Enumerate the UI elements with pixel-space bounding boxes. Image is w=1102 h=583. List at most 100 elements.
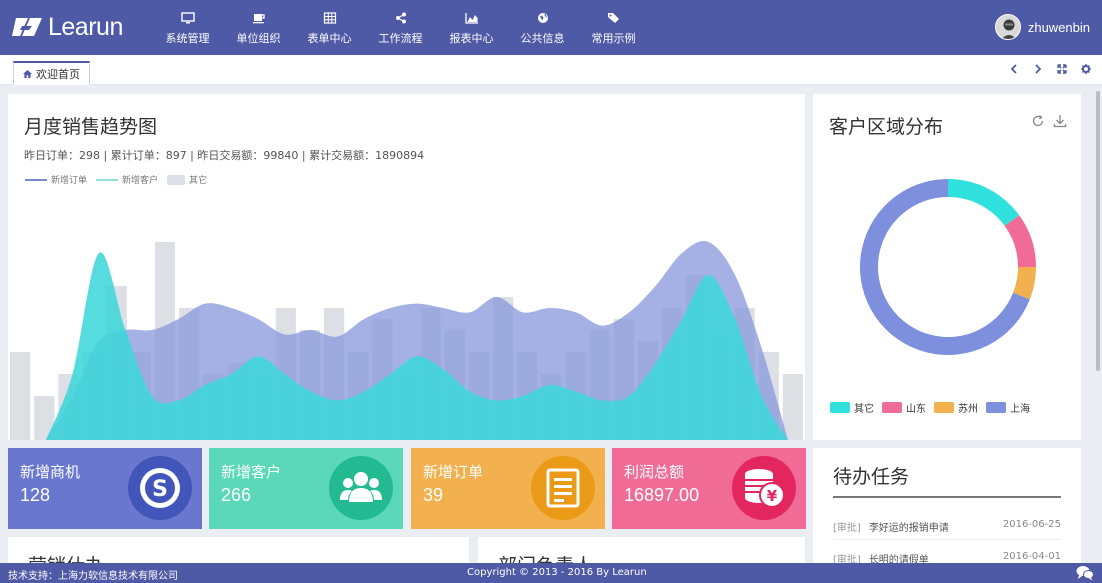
todo-item[interactable]: [审批] 李好运的报销申请 2016-06-25 (833, 519, 1061, 534)
panel-title: 客户区域分布 (829, 116, 944, 138)
legend-item-customers[interactable]: 新增客户 (96, 173, 158, 186)
nav-label: 常用示例 (591, 32, 636, 45)
download-icon[interactable] (1053, 114, 1067, 128)
nav-item-reports[interactable]: 报表中心 (436, 0, 507, 55)
yen-coins-icon: ¥ (732, 456, 796, 520)
scrollbar-thumb[interactable] (1096, 91, 1100, 371)
chevron-right-icon[interactable] (1032, 63, 1044, 75)
chart-legend: 新增订单 新增客户 其它 (25, 173, 216, 186)
nav-item-public-info[interactable]: 公共信息 (507, 0, 578, 55)
monitor-icon (180, 12, 195, 24)
stat-value: 266 (221, 485, 252, 505)
todo-tag: [审批] (833, 523, 861, 534)
stat-label: 新增商机 (20, 463, 81, 481)
page-scrollbar[interactable] (1094, 85, 1102, 563)
main-nav: 系统管理 单位组织 表单中心 工作流程 报表中心 公共信息 常用示例 (152, 0, 649, 55)
document-icon (531, 456, 595, 520)
expand-icon[interactable] (1056, 63, 1068, 75)
nav-label: 系统管理 (165, 32, 210, 45)
avatar[interactable] (994, 14, 1021, 40)
sales-trend-panel: 月度销售趋势图 昨日订单：298 | 累计订单：897 | 昨日交易额：9984… (8, 94, 805, 440)
tab-tools (1008, 63, 1092, 75)
svg-text:S: S (152, 477, 168, 502)
stat-label: 新增订单 (423, 463, 484, 481)
stat-label: 利润总额 (624, 463, 685, 481)
gear-icon[interactable] (1080, 63, 1092, 75)
sales-summary: 昨日订单：298 | 累计订单：897 | 昨日交易额：99840 | 累计交易… (24, 149, 425, 162)
nav-label: 工作流程 (378, 32, 423, 45)
stat-card-profit[interactable]: 利润总额 16897.00 ¥ (612, 448, 806, 529)
nav-item-examples[interactable]: 常用示例 (578, 0, 649, 55)
todo-name[interactable]: 李好运的报销申请 (869, 523, 949, 534)
user-menu[interactable]: zhuwenbin (994, 14, 1090, 40)
coffee-cup-icon (252, 14, 265, 24)
bar-other (10, 352, 31, 440)
legend-label: 其它 (189, 176, 208, 186)
donut-legend: 其它 山东 苏州 上海 (830, 400, 1038, 415)
home-icon (23, 69, 32, 78)
nav-label: 表单中心 (307, 32, 352, 45)
coin-s-icon: S (128, 456, 192, 520)
logo-text: Learun (48, 12, 123, 41)
donut-slice[interactable] (1004, 215, 1036, 267)
sales-trend-chart (10, 241, 803, 440)
globe-icon (537, 13, 548, 23)
legend-label: 其它 (854, 404, 874, 415)
footer-support: 技术支持：上海力软信息技术有限公司 (8, 571, 178, 582)
panel-title: 待办任务 (833, 466, 910, 488)
stat-card-orders[interactable]: 新增订单 39 (411, 448, 605, 529)
divider (833, 496, 1061, 498)
stat-card-opportunities[interactable]: 新增商机 128 S (8, 448, 202, 529)
users-icon (329, 456, 393, 520)
nav-item-workflow[interactable]: 工作流程 (365, 0, 436, 55)
logo-mark-icon (12, 18, 42, 36)
todo-panel: 待办任务 [审批] 李好运的报销申请 2016-06-25 [审批] 长明的请假单 … (813, 448, 1081, 563)
tab-label: 欢迎首页 (36, 67, 80, 81)
nav-label: 报表中心 (449, 32, 494, 45)
user-name: zhuwenbin (1027, 19, 1090, 35)
chart-toolbox (1031, 114, 1067, 128)
stat-label: 新增客户 (221, 463, 282, 481)
legend-label: 新增订单 (51, 176, 88, 186)
tags-icon (607, 13, 619, 23)
tab-home[interactable]: 欢迎首页 (13, 61, 90, 85)
stat-card-customers[interactable]: 新增客户 266 (209, 448, 403, 529)
nav-item-organization[interactable]: 单位组织 (223, 0, 294, 55)
top-navbar: Learun 系统管理 单位组织 表单中心 工作流程 报表中心 公共信息 常用示… (0, 0, 1102, 55)
footer: 技术支持：上海力软信息技术有限公司 Copyright © 2013 - 201… (0, 563, 1102, 583)
stat-value: 16897.00 (624, 485, 700, 505)
legend-item-other[interactable]: 其它 (830, 400, 874, 415)
nav-item-system[interactable]: 系统管理 (152, 0, 223, 55)
todo-name[interactable]: 长明的请假单 (869, 555, 929, 563)
region-donut-chart (860, 179, 1036, 355)
stat-value: 128 (20, 485, 51, 505)
customer-region-panel: 客户区域分布 其它 山东 苏州 上海 (813, 94, 1081, 440)
refresh-icon[interactable] (1031, 114, 1045, 128)
todo-tag: [审批] (833, 555, 861, 563)
legend-item-suzhou[interactable]: 苏州 (934, 400, 978, 415)
table-icon (323, 12, 336, 24)
legend-item-orders[interactable]: 新增订单 (25, 173, 87, 186)
nav-label: 公共信息 (520, 32, 565, 45)
footer-copyright: Copyright © 2013 - 2016 By Learun (467, 567, 647, 578)
nav-item-forms[interactable]: 表单中心 (294, 0, 365, 55)
legend-item-other[interactable]: 其它 (167, 173, 207, 186)
stat-value: 39 (423, 485, 444, 505)
share-icon (395, 12, 406, 24)
panel-title: 月度销售趋势图 (24, 116, 158, 138)
user-avatar-icon (995, 15, 1020, 39)
logo[interactable]: Learun (12, 12, 123, 42)
legend-item-shandong[interactable]: 山东 (882, 400, 926, 415)
chevron-left-icon[interactable] (1008, 63, 1020, 75)
donut-slice[interactable] (948, 179, 1020, 226)
area-chart-icon (464, 13, 478, 24)
tab-bar: 欢迎首页 (0, 55, 1102, 85)
divider (833, 539, 1061, 540)
nav-label: 单位组织 (236, 32, 281, 45)
legend-label: 新增客户 (122, 176, 159, 186)
chat-bubbles-icon[interactable] (1076, 565, 1094, 583)
todo-item[interactable]: [审批] 长明的请假单 2016-04-01 (833, 551, 1061, 563)
svg-text:¥: ¥ (767, 487, 778, 505)
legend-item-shanghai[interactable]: 上海 (986, 400, 1030, 415)
todo-date: 2016-06-25 (1002, 519, 1061, 530)
